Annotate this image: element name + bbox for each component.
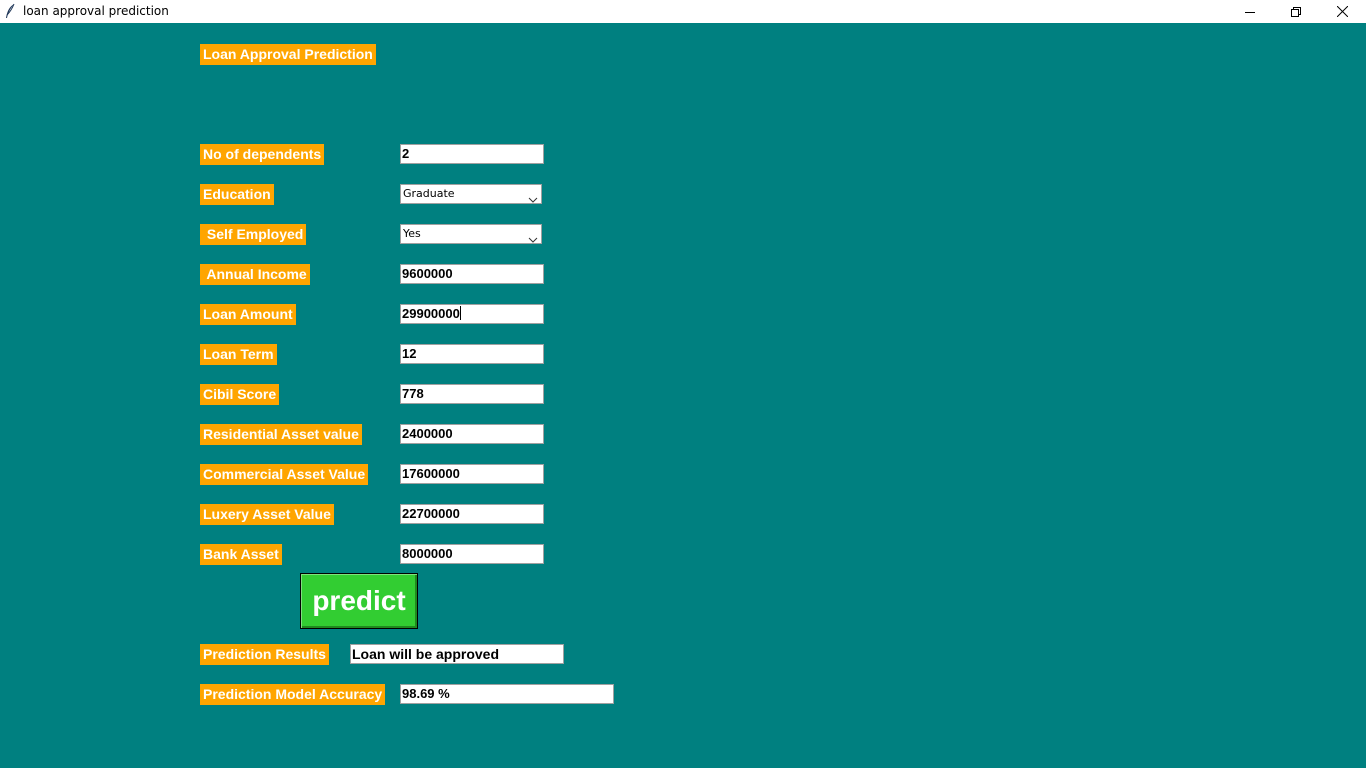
bank-asset-label: Bank Asset — [200, 544, 282, 565]
loan-term-input[interactable]: 12 — [400, 344, 544, 364]
close-button[interactable] — [1319, 0, 1365, 23]
model-accuracy-label: Prediction Model Accuracy — [200, 684, 386, 705]
feather-icon — [4, 3, 16, 19]
loan-amount-label: Loan Amount — [200, 304, 296, 325]
minimize-icon — [1245, 7, 1255, 17]
cibil-score-label: Cibil Score — [200, 384, 280, 405]
loan-amount-input[interactable]: 29900000 — [400, 304, 544, 324]
chevron-down-icon — [528, 191, 538, 209]
chevron-down-icon — [528, 231, 538, 249]
self-employed-selected-value: Yes — [403, 227, 421, 240]
prediction-result-value: Loan will be approved — [350, 644, 564, 664]
page-title: Loan Approval Prediction — [200, 44, 376, 65]
annual-income-input[interactable]: 9600000 — [400, 264, 544, 284]
bank-asset-input[interactable]: 8000000 — [400, 544, 544, 564]
residential-asset-input[interactable]: 2400000 — [400, 424, 544, 444]
minimize-button[interactable] — [1227, 0, 1273, 23]
self-employed-select[interactable]: Yes — [400, 224, 542, 244]
window-title: loan approval prediction — [23, 4, 169, 18]
loan-term-label: Loan Term — [200, 344, 277, 365]
luxury-asset-input[interactable]: 22700000 — [400, 504, 544, 524]
dependents-input[interactable]: 2 — [400, 144, 544, 164]
close-icon — [1336, 6, 1348, 17]
education-label: Education — [200, 184, 274, 205]
education-selected-value: Graduate — [403, 187, 455, 200]
maximize-button[interactable] — [1273, 0, 1319, 23]
dependents-label: No of dependents — [200, 144, 325, 165]
loan-amount-value: 29900000 — [402, 306, 460, 321]
window-title-bar: loan approval prediction — [0, 0, 1366, 23]
predict-button[interactable]: predict — [300, 573, 418, 629]
annual-income-label: Annual Income — [200, 264, 310, 285]
model-accuracy-value: 98.69 % — [400, 684, 614, 704]
self-employed-label: Self Employed — [200, 224, 307, 245]
residential-asset-label: Residential Asset value — [200, 424, 362, 445]
education-select[interactable]: Graduate — [400, 184, 542, 204]
commercial-asset-label: Commercial Asset Value — [200, 464, 369, 485]
commercial-asset-input[interactable]: 17600000 — [400, 464, 544, 484]
text-caret — [459, 306, 461, 320]
prediction-results-label: Prediction Results — [200, 644, 329, 665]
cibil-score-input[interactable]: 778 — [400, 384, 544, 404]
luxury-asset-label: Luxery Asset Value — [200, 504, 334, 525]
restore-icon — [1291, 6, 1301, 17]
